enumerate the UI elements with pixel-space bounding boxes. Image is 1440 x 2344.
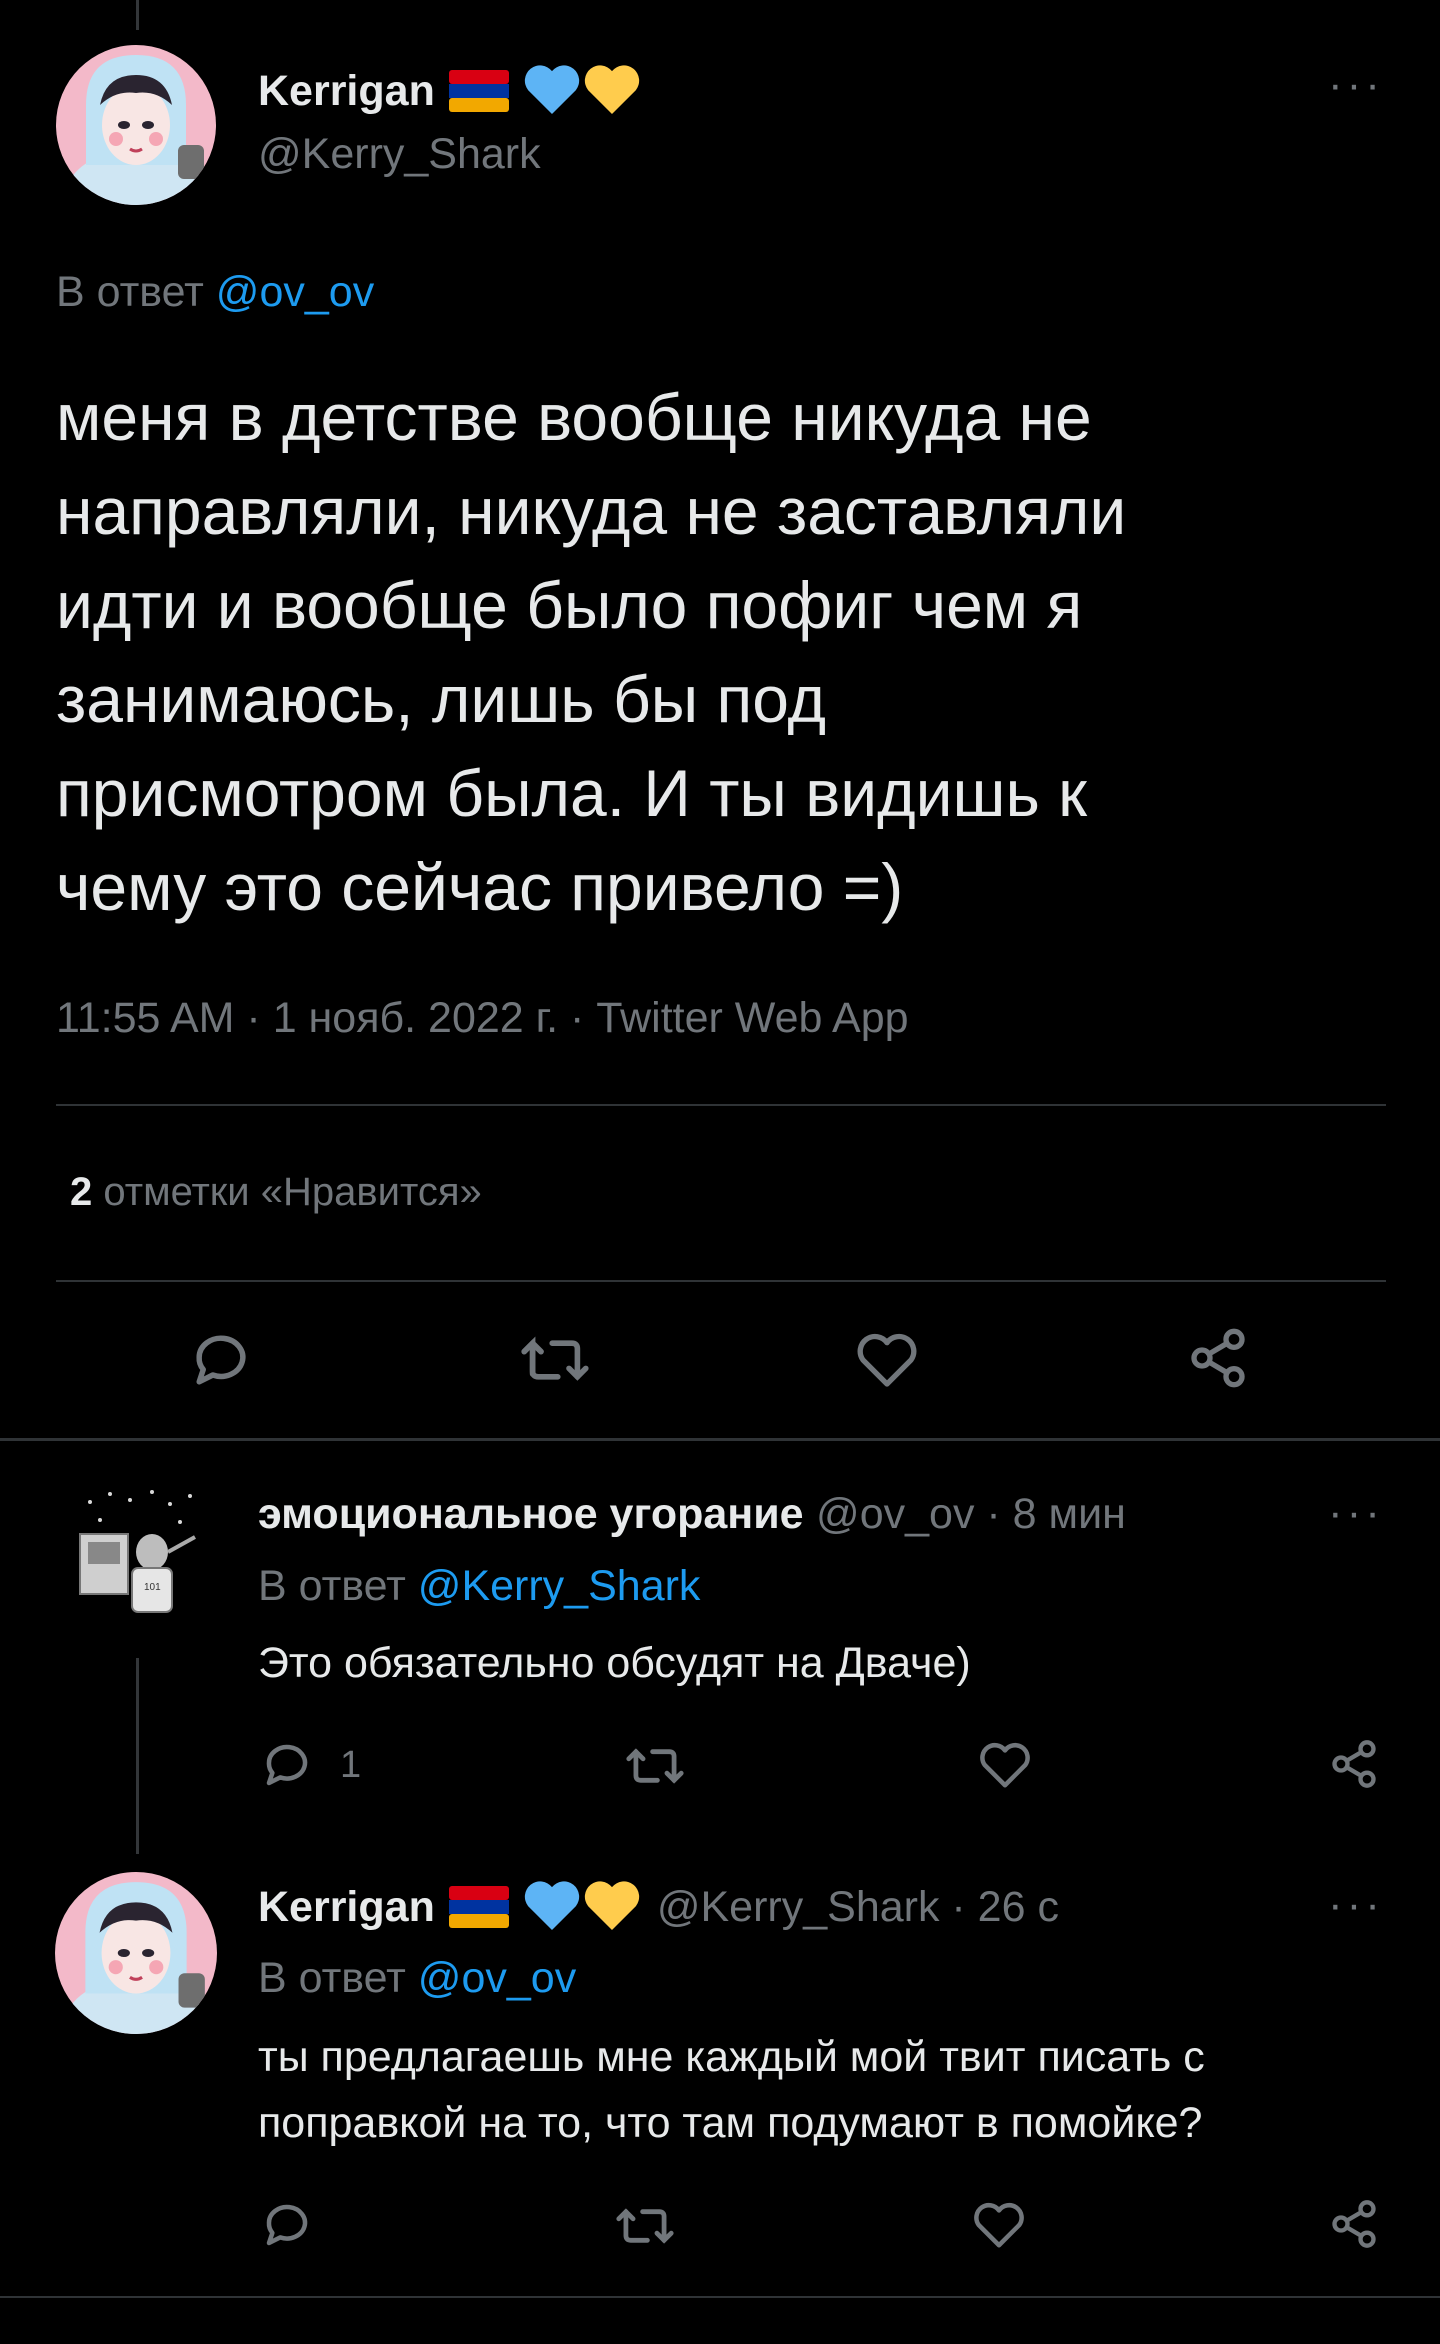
thread-line [136, 1658, 139, 1854]
user-name-row: Kerrigan [258, 62, 641, 120]
retweet-icon[interactable] [624, 1742, 686, 1790]
reply-to-link[interactable]: @ov_ov [216, 268, 374, 316]
reply-count: 1 [340, 1743, 362, 1786]
reply-icon[interactable] [188, 1330, 254, 1390]
likes-label: отметки «Нравится» [103, 1170, 482, 1214]
avatar[interactable] [56, 45, 216, 205]
avatar[interactable] [55, 1872, 217, 2034]
reply-header: Kerrigan @Kerry_Shark · 26 с [258, 1878, 1059, 1936]
avatar[interactable]: 101 [60, 1482, 210, 1632]
reply-prefix: В ответ [56, 268, 204, 316]
armenia-flag-icon [448, 1886, 509, 1928]
reply-text: Это обязательно обсудят на Дваче) [258, 1639, 971, 1687]
reply-icon[interactable] [260, 2200, 314, 2250]
likes-count: 2 [70, 1170, 93, 1214]
display-name[interactable]: эмоциональное угорание [258, 1490, 804, 1538]
reply-to-link[interactable]: @ov_ov [418, 1954, 576, 2002]
divider [56, 1280, 1386, 1282]
reply-context: В ответ @ov_ov [56, 268, 374, 317]
reply-context: В ответ @ov_ov [258, 1954, 576, 2003]
like-icon[interactable] [855, 1330, 919, 1390]
display-name[interactable]: Kerrigan [258, 1883, 435, 1932]
like-icon[interactable] [972, 2200, 1026, 2250]
tweet-timestamp[interactable]: 11:55 AM · 1 нояб. 2022 г. · Twitter Web… [56, 994, 909, 1043]
retweet-icon[interactable] [518, 1332, 592, 1388]
blue-heart-icon [523, 1880, 581, 1935]
share-icon[interactable] [1328, 2198, 1380, 2250]
reply-header: эмоциональное угорание @ov_ov · 8 мин [258, 1490, 1126, 1539]
reply-button[interactable]: 1 [260, 1740, 361, 1790]
share-icon[interactable] [1186, 1326, 1250, 1390]
display-name[interactable]: Kerrigan [258, 67, 435, 116]
yellow-heart-icon [583, 1880, 641, 1935]
section-divider [0, 1438, 1440, 1441]
share-icon[interactable] [1328, 1738, 1380, 1790]
handle-time[interactable]: @Kerry_Shark · 26 с [657, 1883, 1059, 1932]
reply-context: В ответ @Kerry_Shark [258, 1562, 700, 1611]
armenia-flag-icon [448, 70, 509, 112]
svg-text:101: 101 [144, 1582, 161, 1593]
blue-heart-icon [523, 64, 581, 119]
reply-to-link[interactable]: @Kerry_Shark [418, 1562, 701, 1610]
more-icon[interactable]: ··· [1328, 1488, 1384, 1538]
reply-prefix: В ответ [258, 1562, 406, 1610]
yellow-heart-icon [583, 64, 641, 119]
user-handle[interactable]: @Kerry_Shark [258, 130, 541, 179]
divider [56, 1104, 1386, 1106]
reply-text: ты предлагаешь мне каждый мой твит писат… [258, 2033, 1205, 2147]
likes-summary[interactable]: 2 отметки «Нравится» [70, 1170, 482, 1215]
handle-time[interactable]: @ov_ov · 8 мин [816, 1490, 1126, 1538]
more-icon[interactable]: ··· [1328, 60, 1384, 110]
retweet-icon[interactable] [614, 2202, 676, 2250]
more-icon[interactable]: ··· [1328, 1880, 1384, 1930]
thread-line [136, 0, 139, 30]
divider [0, 2296, 1440, 2298]
tweet-text: меня в детстве вообще никуда не направля… [56, 380, 1127, 924]
reply-icon [266, 1744, 308, 1786]
like-icon[interactable] [978, 1740, 1032, 1790]
reply-prefix: В ответ [258, 1954, 406, 2002]
